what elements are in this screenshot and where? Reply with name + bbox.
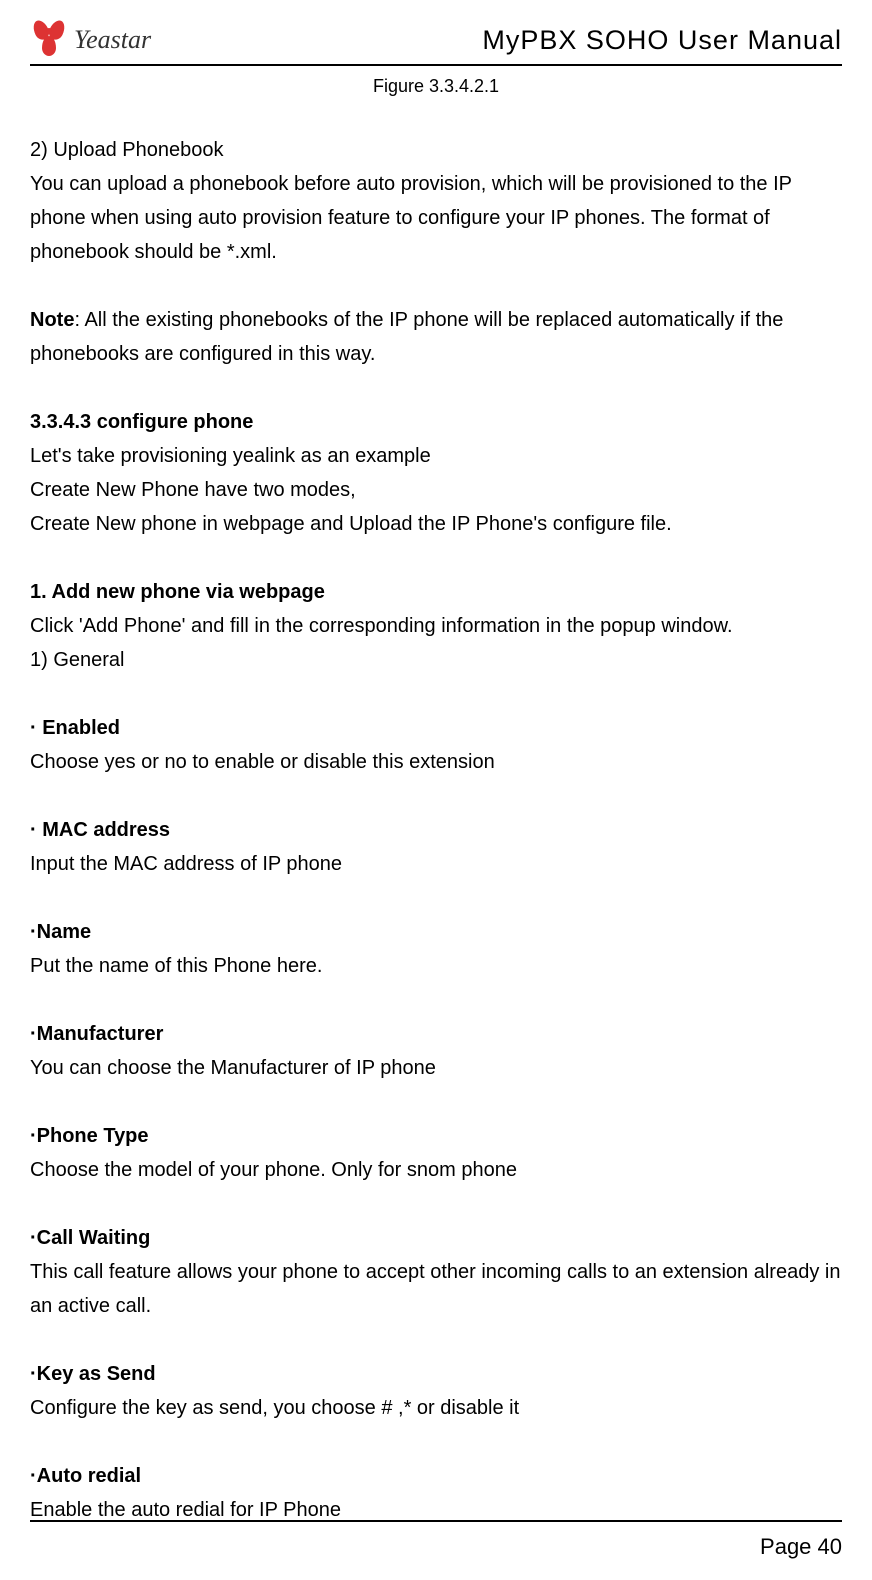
field-keyassend-label: ·Key as Send	[30, 1357, 842, 1391]
note-label: Note	[30, 309, 74, 331]
document-title: MyPBX SOHO User Manual	[482, 25, 842, 56]
section-configure-heading: 3.3.4.3 configure phone	[30, 405, 842, 439]
field-mac-label: · MAC address	[30, 813, 842, 847]
field-manufacturer-label: ·Manufacturer	[30, 1017, 842, 1051]
field-keyassend-desc: Configure the key as send, you choose # …	[30, 1391, 842, 1425]
page-number: Page 40	[30, 1534, 842, 1560]
field-manufacturer-desc: You can choose the Manufacturer of IP ph…	[30, 1051, 842, 1085]
page-header: Yeastar MyPBX SOHO User Manual	[30, 20, 842, 66]
body-content: 2) Upload Phonebook You can upload a pho…	[30, 133, 842, 1527]
note-paragraph: Note: All the existing phonebooks of the…	[30, 303, 842, 371]
figure-caption: Figure 3.3.4.2.1	[30, 76, 842, 97]
add-subheading: 1) General	[30, 643, 842, 677]
field-name-label: ·Name	[30, 915, 842, 949]
field-name-desc: Put the name of this Phone here.	[30, 949, 842, 983]
section-add-heading: 1. Add new phone via webpage	[30, 575, 842, 609]
brand-name: Yeastar	[74, 25, 151, 55]
configure-line-2: Create New Phone have two modes,	[30, 473, 842, 507]
field-phonetype-label: ·Phone Type	[30, 1119, 842, 1153]
brand-logo: Yeastar	[30, 20, 151, 60]
field-callwaiting-desc: This call feature allows your phone to a…	[30, 1255, 842, 1323]
page-footer: Page 40	[30, 1520, 842, 1560]
field-mac-desc: Input the MAC address of IP phone	[30, 847, 842, 881]
field-enabled-desc: Choose yes or no to enable or disable th…	[30, 745, 842, 779]
field-autoredial-label: ·Auto redial	[30, 1459, 842, 1493]
footer-rule	[30, 1520, 842, 1522]
note-text: : All the existing phonebooks of the IP …	[30, 309, 783, 365]
field-enabled-label: · Enabled	[30, 711, 842, 745]
upload-heading: 2) Upload Phonebook	[30, 133, 842, 167]
field-phonetype-desc: Choose the model of your phone. Only for…	[30, 1153, 842, 1187]
yeastar-logo-icon	[30, 20, 70, 60]
upload-paragraph: You can upload a phonebook before auto p…	[30, 167, 842, 269]
configure-line-1: Let's take provisioning yealink as an ex…	[30, 439, 842, 473]
field-callwaiting-label: ·Call Waiting	[30, 1221, 842, 1255]
add-intro: Click 'Add Phone' and fill in the corres…	[30, 609, 842, 643]
configure-line-3: Create New phone in webpage and Upload t…	[30, 507, 842, 541]
document-page: Yeastar MyPBX SOHO User Manual Figure 3.…	[0, 0, 872, 1547]
